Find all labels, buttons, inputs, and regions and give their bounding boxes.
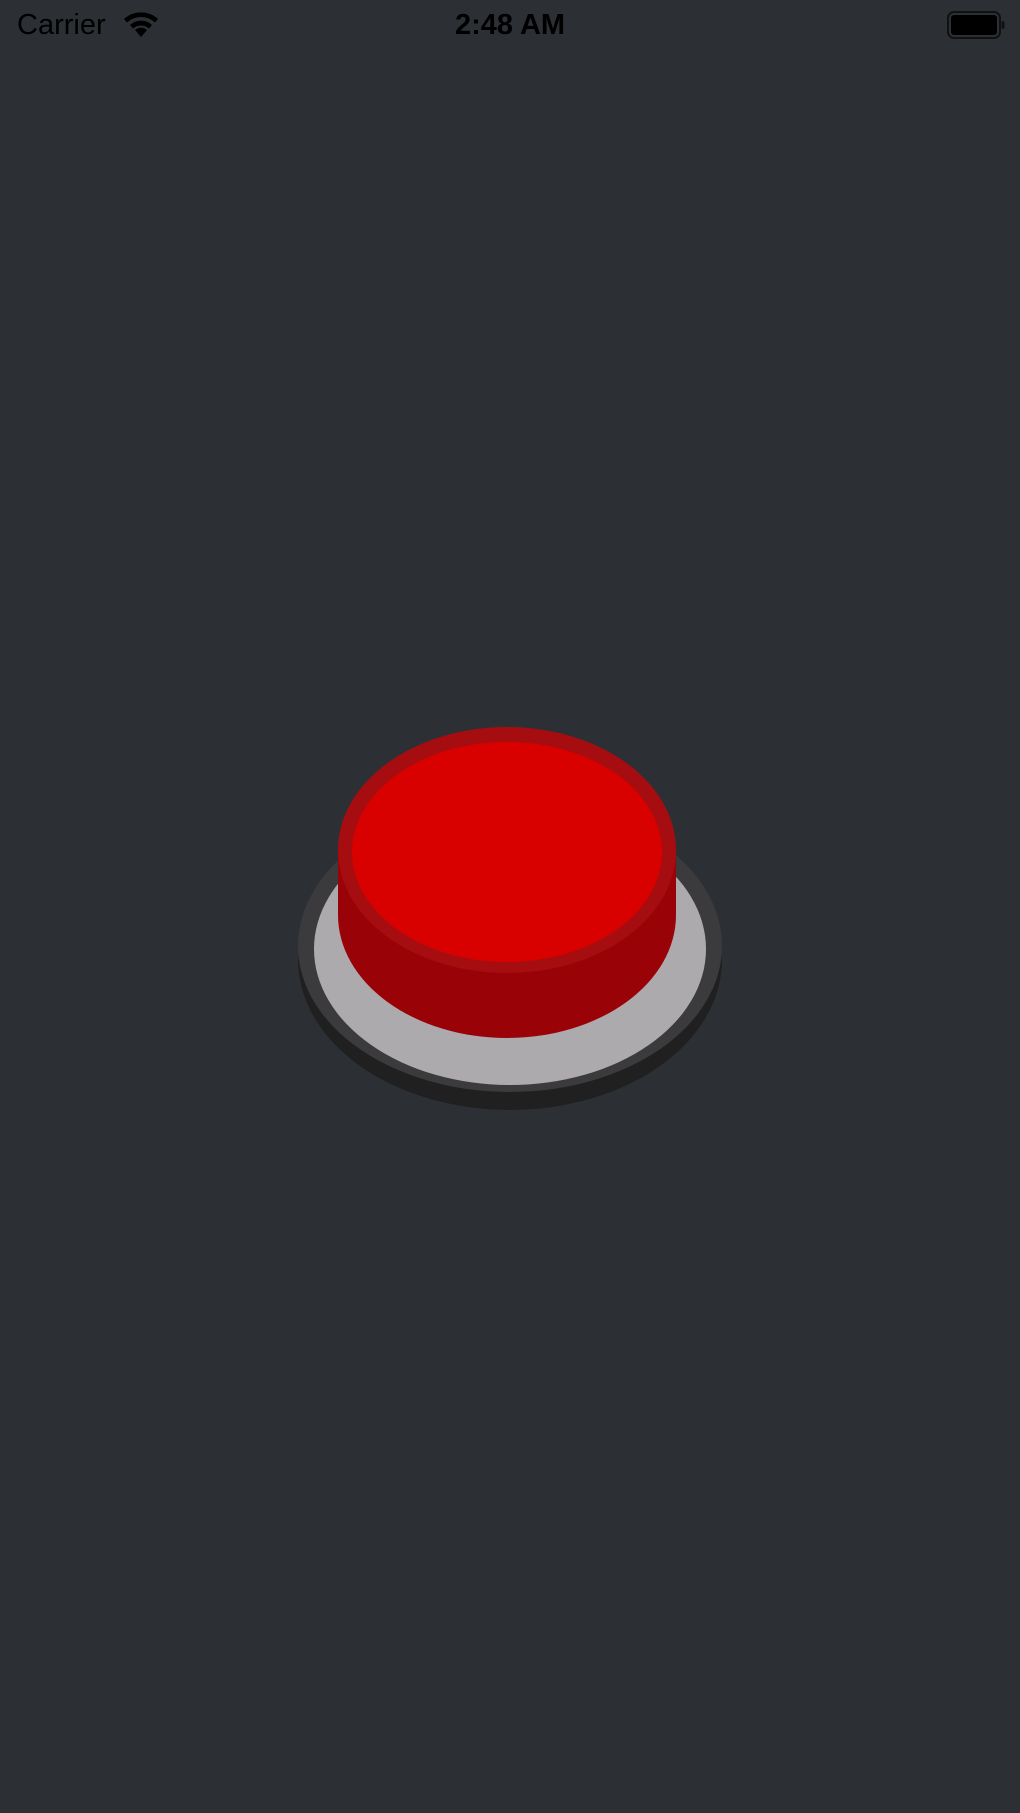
battery-icon [947,11,1005,39]
app-screen: Carrier 2:48 AM [0,0,1020,1813]
button-cap-top [352,742,662,962]
status-bar: Carrier 2:48 AM [0,0,1020,52]
big-red-button[interactable] [290,725,730,1145]
status-time: 2:48 AM [454,9,566,41]
